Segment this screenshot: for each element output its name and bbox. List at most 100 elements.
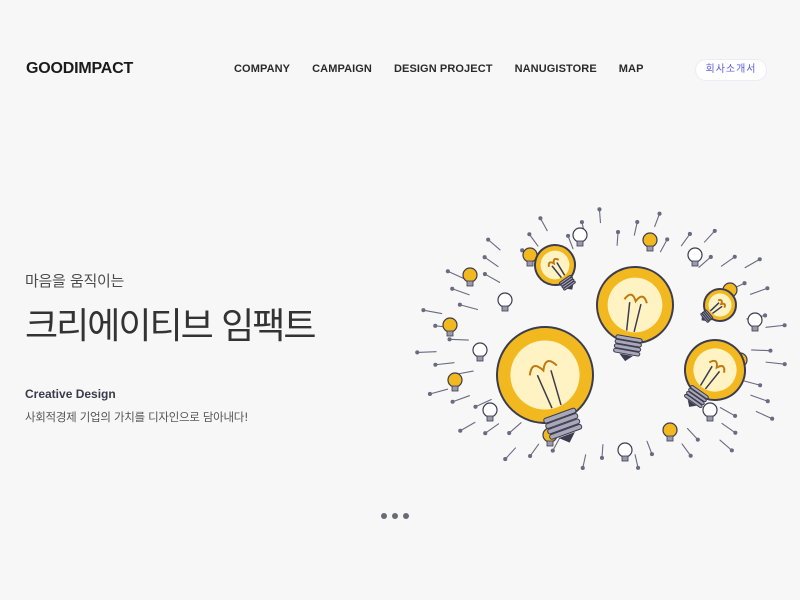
nav-item-map[interactable]: MAP [619, 63, 644, 75]
nav-item-company[interactable]: COMPANY [234, 63, 290, 75]
small-bulb-glass [687, 247, 703, 263]
ray-line [741, 379, 761, 386]
ray-line [484, 273, 501, 283]
small-bulb-base [646, 245, 654, 252]
small-bulb-glass [442, 317, 458, 333]
light-bulbs-illustration [410, 195, 790, 475]
ray-line [744, 258, 761, 269]
ray-tip [688, 453, 693, 458]
small-bulb-base [621, 455, 629, 462]
ray-line [459, 421, 476, 432]
ray-line [654, 213, 661, 228]
ray-tip [483, 431, 488, 436]
ray-tip [458, 428, 463, 433]
ray-tip [757, 257, 762, 262]
ray-line [508, 422, 522, 434]
nav-item-nanugistore[interactable]: NANUGISTORE [515, 63, 597, 75]
ray-tip [538, 216, 543, 221]
ray-line [703, 230, 716, 243]
hero-tagline: 마음을 움직이는 [25, 272, 124, 290]
ray-tip [695, 437, 700, 442]
ray-line [422, 309, 443, 315]
ray-tip [708, 254, 713, 260]
small-bulb-base [446, 330, 454, 337]
ray-tip [768, 348, 773, 353]
ray-tip [765, 286, 770, 291]
ray-tip [635, 219, 640, 225]
hero-text: 마음을 움직이는 크리에이티브 임팩트 Creative Design 사회적경… [25, 270, 385, 425]
ray-line [680, 233, 691, 247]
small-bulb-glass [617, 442, 633, 458]
small-bulb-glass [482, 402, 498, 418]
ray-tip [486, 237, 491, 242]
ray-tip [742, 281, 747, 286]
small-bulb-glass [472, 342, 488, 358]
ray-tip [597, 207, 602, 212]
ray-line [646, 440, 653, 455]
ray-tip [415, 350, 420, 355]
carousel-dot-2[interactable] [392, 513, 398, 519]
ray-tip [687, 231, 692, 237]
big-bulb [596, 266, 674, 362]
small-bulb-base [576, 240, 584, 247]
ray-tip [733, 430, 738, 435]
ray-tip [447, 337, 452, 342]
ray-tip [503, 457, 508, 462]
nav-item-design-project[interactable]: DESIGN PROJECT [394, 63, 493, 75]
small-bulb-base [546, 440, 554, 447]
ray-line [449, 338, 469, 341]
ray-tip [482, 255, 487, 260]
nav-item-campaign[interactable]: CAMPAIGN [312, 63, 372, 75]
ray-tip [732, 254, 737, 259]
small-bulb-glass [462, 267, 478, 283]
ray-line [686, 427, 699, 441]
logo[interactable]: GOODIMPACT [26, 60, 133, 78]
ray-tip [457, 302, 462, 307]
hero-subtitle: Creative Design [25, 387, 116, 401]
ray-tip [427, 391, 432, 397]
ray-line [755, 410, 773, 420]
small-bulb-base [751, 325, 759, 332]
big-bulb [534, 244, 576, 291]
ray-line [750, 394, 769, 402]
small-bulb-base [691, 260, 699, 267]
ray-line [539, 217, 548, 232]
small-bulb-base [476, 355, 484, 362]
ray-line [484, 423, 500, 434]
small-bulb-glass [642, 232, 658, 248]
ray-tip [528, 453, 533, 459]
ray-line [765, 324, 786, 328]
small-bulb-glass [447, 372, 463, 388]
small-bulb-base [451, 385, 459, 392]
ray-line [416, 351, 437, 353]
ray-tip [527, 232, 532, 237]
ray-tip [712, 228, 717, 233]
ray-line [720, 256, 736, 267]
ray-tip [566, 233, 571, 238]
ray-line [434, 362, 455, 366]
small-bulb-glass [702, 402, 718, 418]
ray-tip [649, 452, 654, 457]
ray-line [721, 422, 736, 434]
ray-tip [445, 269, 450, 274]
ray-tip [507, 430, 512, 436]
ray-line [487, 239, 501, 251]
ray-line [429, 388, 449, 395]
ray-tip [657, 211, 662, 216]
ray-tip [636, 465, 641, 470]
ray-tip [450, 286, 455, 291]
light-bulbs-svg [415, 207, 787, 471]
small-bulb-base [466, 280, 474, 287]
ray-line [750, 287, 768, 295]
ray-tip [765, 399, 770, 404]
ray-line [504, 447, 517, 460]
ray-tip [473, 404, 478, 409]
ray-line [528, 233, 539, 247]
ray-line [459, 304, 479, 311]
small-bulb-base [526, 260, 534, 267]
carousel-dot-1[interactable] [381, 513, 387, 519]
company-intro-button[interactable]: 회사소개서 [695, 59, 767, 81]
carousel-dot-3[interactable] [403, 513, 409, 519]
ray-tip [520, 248, 525, 253]
ray-line [719, 439, 733, 451]
